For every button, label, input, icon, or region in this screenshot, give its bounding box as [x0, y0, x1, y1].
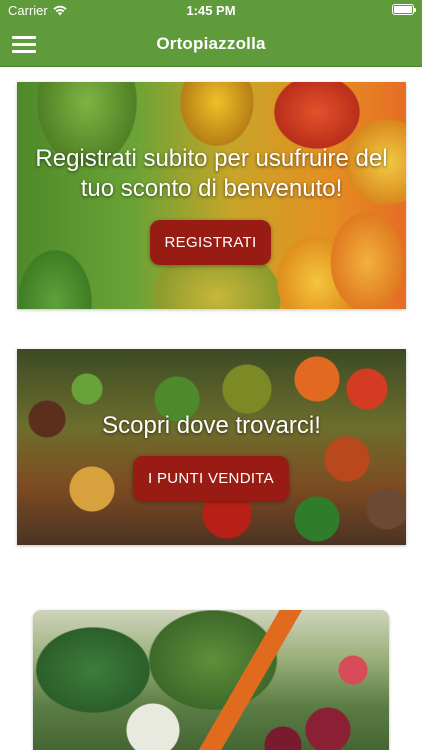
status-bar: Carrier 1:45 PM — [0, 0, 422, 22]
status-time: 1:45 PM — [186, 3, 236, 18]
welcome-discount-banner: Registrati subito per usufruire del tuo … — [17, 82, 406, 309]
points-of-sale-button[interactable]: I PUNTI VENDITA — [133, 456, 289, 501]
battery-icon — [392, 4, 416, 15]
app-screen: Carrier 1:45 PM Ortopiazzolla Registrati… — [0, 0, 422, 750]
vegetables-card[interactable] — [33, 610, 389, 750]
navigation-bar: Ortopiazzolla — [0, 22, 422, 67]
register-button[interactable]: REGISTRATI — [150, 220, 271, 265]
vegetables-image — [33, 610, 389, 750]
market-stall-image — [17, 349, 406, 545]
welcome-discount-headline: Registrati subito per usufruire del tuo … — [35, 145, 388, 202]
store-locator-headline: Scopri dove trovarci! — [102, 412, 321, 439]
store-locator-banner: Scopri dove trovarci! I PUNTI VENDITA — [17, 349, 406, 545]
app-title: Ortopiazzolla — [156, 34, 266, 53]
